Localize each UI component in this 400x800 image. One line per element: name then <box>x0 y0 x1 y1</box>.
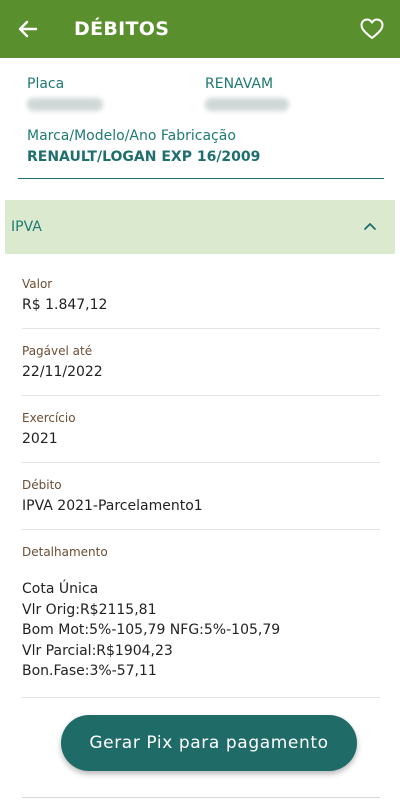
renavam-value-redacted <box>205 98 289 111</box>
page-title: DÉBITOS <box>74 18 170 40</box>
detalhamento-lines: Cota Única Vlr Orig:R$2115,81 Bom Mot:5%… <box>22 579 380 682</box>
debito-label: Débito <box>22 478 62 492</box>
placa-value-redacted <box>27 98 103 111</box>
detail-line: Bom Mot:5%-105,79 NFG:5%-105,79 <box>22 622 281 638</box>
detail-line: Cota Única <box>22 581 99 597</box>
app-bar: DÉBITOS <box>0 0 400 58</box>
exercicio-field: Exercício 2021 <box>22 411 380 447</box>
arrow-left-icon <box>18 20 38 38</box>
divider <box>22 697 380 698</box>
valor-field: Valor R$ 1.847,12 <box>22 277 380 313</box>
detail-line: Vlr Orig:R$2115,81 <box>22 601 157 618</box>
favorite-button[interactable] <box>358 15 386 43</box>
ipva-section-header[interactable]: IPVA <box>5 200 395 254</box>
divider <box>22 797 380 798</box>
generate-pix-button[interactable]: Gerar Pix para pagamento <box>61 715 357 771</box>
back-button[interactable] <box>0 0 56 58</box>
divider <box>22 395 380 396</box>
detalhamento-label: Detalhamento <box>22 545 108 559</box>
pagavel-label: Pagável até <box>22 344 93 358</box>
placa-label: Placa <box>27 76 65 92</box>
marca-label: Marca/Modelo/Ano Fabricação <box>27 128 236 144</box>
divider <box>22 462 380 463</box>
detalhamento-field: Detalhamento Cota Única Vlr Orig:R$2115,… <box>22 545 380 682</box>
exercicio-value: 2021 <box>22 431 58 447</box>
detail-line: Vlr Parcial:R$1904,23 <box>22 642 173 659</box>
renavam-label: RENAVAM <box>205 76 274 92</box>
pagavel-field: Pagável até 22/11/2022 <box>22 344 380 380</box>
divider <box>22 529 380 530</box>
debito-field: Débito IPVA 2021-Parcelamento1 <box>22 478 380 514</box>
debito-value: IPVA 2021-Parcelamento1 <box>22 498 203 514</box>
divider <box>22 328 380 329</box>
valor-label: Valor <box>22 277 53 291</box>
marca-value: RENAULT/LOGAN EXP 16/2009 <box>27 149 261 165</box>
heart-outline-icon <box>360 18 384 39</box>
section-title: IPVA <box>11 219 42 235</box>
exercicio-label: Exercício <box>22 411 76 425</box>
vehicle-info: Placa RENAVAM Marca/Modelo/Ano Fabricaçã… <box>18 58 384 179</box>
detail-line: Bon.Fase:3%-57,11 <box>22 663 157 679</box>
pagavel-value: 22/11/2022 <box>22 364 103 380</box>
chevron-up-icon[interactable] <box>361 218 379 236</box>
valor-value: R$ 1.847,12 <box>22 297 108 313</box>
